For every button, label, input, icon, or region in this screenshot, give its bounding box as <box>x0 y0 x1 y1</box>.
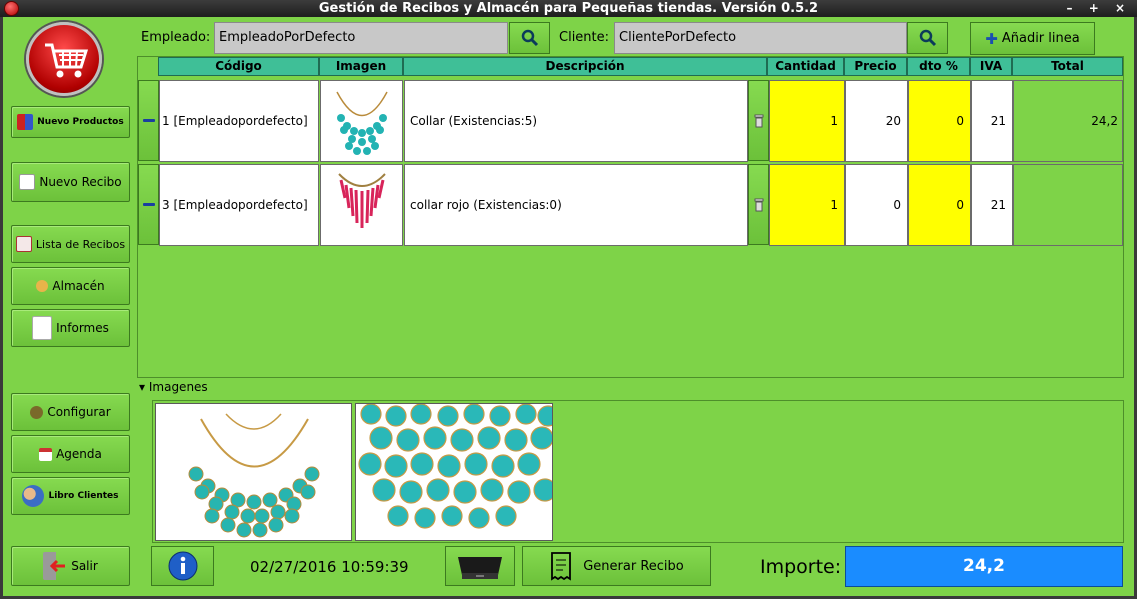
receipt-list-button[interactable]: Lista de Recibos <box>11 225 130 263</box>
necklace-thumbnail-1[interactable] <box>155 403 352 541</box>
total-cell <box>1013 164 1123 246</box>
add-line-button[interactable]: ✚ Añadir linea <box>970 22 1095 55</box>
agenda-button[interactable]: Agenda <box>11 435 130 473</box>
minus-icon <box>142 203 155 206</box>
sidebar-item-label: Almacén <box>52 279 105 293</box>
sidebar-item-label: Agenda <box>56 447 102 461</box>
window-title: Gestión de Recibos y Almacén para Pequeñ… <box>318 1 819 16</box>
reports-button[interactable]: Informes <box>11 309 130 347</box>
total-cell: 24,2 <box>1013 80 1123 162</box>
column-header-discount[interactable]: dto % <box>907 57 970 76</box>
price-cell[interactable]: 20 <box>845 80 908 162</box>
warehouse-button[interactable]: Almacén <box>11 267 130 305</box>
quantity-cell[interactable]: 1 <box>769 164 845 246</box>
title-bar: Gestión de Recibos y Almacén para Pequeñ… <box>0 0 1137 17</box>
cash-drawer-button[interactable] <box>445 546 515 586</box>
delete-row-button[interactable] <box>748 80 769 161</box>
search-icon <box>521 29 538 47</box>
column-header-description[interactable]: Descripción <box>403 57 767 76</box>
column-header-price[interactable]: Precio <box>844 57 907 76</box>
total-amount: 24,2 <box>845 546 1123 587</box>
exit-icon <box>43 552 68 580</box>
column-header-total[interactable]: Total <box>1012 57 1123 76</box>
delete-row-button[interactable] <box>748 164 769 245</box>
app-window: Gestión de Recibos y Almacén para Pequeñ… <box>0 0 1137 599</box>
price-cell[interactable]: 0 <box>845 164 908 246</box>
generate-label: Generar Recibo <box>583 558 684 574</box>
generate-receipt-button[interactable]: Generar Recibo <box>522 546 711 586</box>
discount-cell[interactable]: 0 <box>908 164 971 246</box>
reports-icon <box>32 316 53 340</box>
employee-field[interactable]: EmpleadoPorDefecto <box>214 22 508 54</box>
sidebar-item-label: Configurar <box>47 405 111 419</box>
sidebar-item-label: Nuevo Productos <box>37 117 124 127</box>
sidebar-item-label: Libro Clientes <box>48 491 119 501</box>
clothes-icon <box>17 114 34 130</box>
description-cell[interactable]: collar rojo (Existencias:0) <box>404 164 748 246</box>
quantity-cell[interactable]: 1 <box>769 80 845 162</box>
sidebar-item-label: Lista de Recibos <box>35 237 126 251</box>
exit-button[interactable]: Salir <box>11 546 130 586</box>
client-label: Cliente: <box>559 30 610 45</box>
warehouse-icon <box>36 280 49 292</box>
current-datetime: 02/27/2016 10:59:39 <box>250 558 409 576</box>
images-expander[interactable]: ▾ Imagenes <box>139 380 208 394</box>
red-necklace-image <box>320 164 403 246</box>
sidebar-item-label: Salir <box>71 559 98 573</box>
discount-cell[interactable]: 0 <box>908 80 971 162</box>
app-icon <box>4 1 19 16</box>
client-search-button[interactable] <box>907 22 948 54</box>
description-cell[interactable]: Collar (Existencias:5) <box>404 80 748 162</box>
trash-icon <box>754 198 763 211</box>
settings-button[interactable]: Configurar <box>11 393 130 431</box>
necklace-thumbnail-2[interactable] <box>355 403 553 541</box>
new-document-icon <box>19 174 36 190</box>
remove-row-button[interactable] <box>138 164 159 245</box>
calendar-icon <box>39 447 53 461</box>
client-field[interactable]: ClientePorDefecto <box>614 22 907 54</box>
total-label: Importe: <box>760 556 842 578</box>
column-header-image[interactable]: Imagen <box>319 57 403 76</box>
clients-icon <box>22 485 45 507</box>
search-icon <box>919 29 936 47</box>
plus-icon: ✚ <box>985 29 998 48</box>
new-receipt-button[interactable]: Nuevo Recibo <box>11 162 130 202</box>
shopping-cart-icon <box>45 43 89 78</box>
info-button[interactable] <box>151 546 214 586</box>
sidebar-item-label: Informes <box>56 321 109 335</box>
info-icon <box>168 551 197 581</box>
clients-book-button[interactable]: Libro Clientes <box>11 477 130 515</box>
iva-cell[interactable]: 21 <box>971 80 1013 162</box>
remove-row-button[interactable] <box>138 80 159 161</box>
iva-cell[interactable]: 21 <box>971 164 1013 246</box>
column-header-code[interactable]: Código <box>158 57 319 76</box>
minus-icon <box>142 119 155 122</box>
settings-icon <box>30 405 44 419</box>
employee-search-button[interactable] <box>509 22 550 54</box>
images-label: Imagenes <box>148 380 208 394</box>
employee-label: Empleado: <box>141 30 211 45</box>
receipt-icon <box>551 552 572 581</box>
shopping-cart-logo <box>26 22 102 96</box>
new-products-button[interactable]: Nuevo Productos <box>11 106 130 138</box>
column-header-iva[interactable]: IVA <box>970 57 1012 76</box>
turquoise-necklace-image <box>320 80 403 162</box>
code-cell[interactable]: 3 [Empleadopordefecto] <box>159 164 319 246</box>
cash-drawer-icon <box>458 557 502 579</box>
window-controls[interactable]: – + × <box>1067 0 1131 17</box>
column-header-quantity[interactable]: Cantidad <box>767 57 844 76</box>
trash-icon <box>754 114 763 127</box>
code-cell[interactable]: 1 [Empleadopordefecto] <box>159 80 319 162</box>
add-line-label: Añadir linea <box>1001 31 1080 46</box>
triangle-down-icon: ▾ <box>139 380 146 394</box>
receipt-list-icon <box>15 236 32 252</box>
sidebar-item-label: Nuevo Recibo <box>39 175 122 189</box>
